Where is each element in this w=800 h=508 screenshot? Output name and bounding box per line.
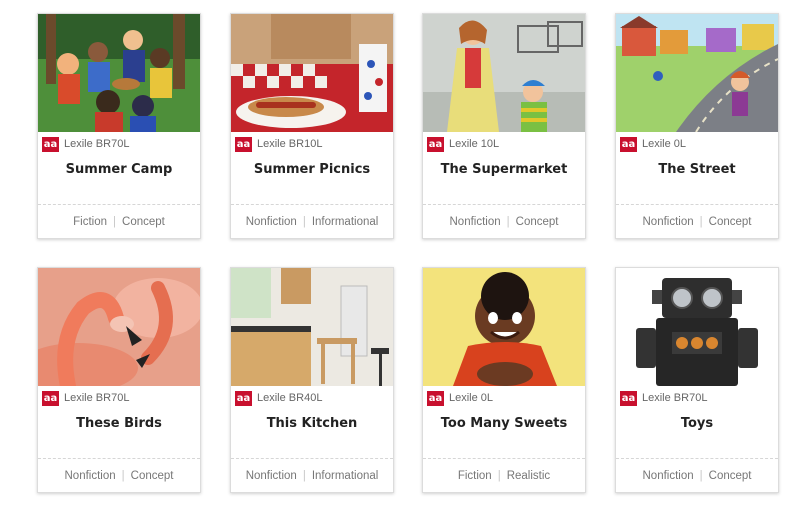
lexile-row: aa Lexile BR70L <box>42 136 129 152</box>
book-card-this-kitchen[interactable]: aa Lexile BR40L This Kitchen Nonfiction … <box>230 267 394 493</box>
type-tag: Informational <box>311 470 379 482</box>
book-tags: Nonfiction | Informational <box>231 204 393 239</box>
book-card-the-street[interactable]: aa Lexile 0L The Street Nonfiction | Con… <box>615 13 779 239</box>
book-card-the-supermarket[interactable]: aa Lexile 10L The Supermarket Nonfiction… <box>422 13 586 239</box>
book-cover-image[interactable] <box>423 14 585 132</box>
genre-tag: Nonfiction <box>245 470 297 482</box>
reading-level-badge: aa <box>620 136 637 152</box>
book-card-toys[interactable]: aa Lexile BR70L Toys Nonfiction | Concep… <box>615 267 779 493</box>
genre-tag: Fiction <box>73 216 108 228</box>
type-tag: Concept <box>122 216 165 228</box>
lexile-level: Lexile 0L <box>449 392 494 404</box>
book-card-summer-camp[interactable]: aa Lexile BR70L Summer Camp Fiction | Co… <box>37 13 201 239</box>
reading-level-badge: aa <box>235 136 252 152</box>
book-cover-image[interactable] <box>38 14 200 132</box>
tag-separator: | <box>121 470 125 482</box>
lexile-row: aa Lexile BR70L <box>42 390 129 406</box>
lexile-row: aa Lexile 0L <box>620 136 686 152</box>
street-illustration <box>616 14 778 132</box>
book-cover-image[interactable] <box>423 268 585 386</box>
genre-tag: Nonfiction <box>642 216 694 228</box>
lexile-level: Lexile BR70L <box>64 138 130 150</box>
tag-separator: | <box>302 470 306 482</box>
lexile-row: aa Lexile BR70L <box>620 390 707 406</box>
reading-level-badge: aa <box>620 390 637 406</box>
book-title[interactable]: Too Many Sweets <box>423 416 585 431</box>
lexile-row: aa Lexile 0L <box>427 390 493 406</box>
book-tags: Nonfiction | Concept <box>616 204 778 239</box>
book-title[interactable]: This Kitchen <box>231 416 393 431</box>
book-tags: Nonfiction | Concept <box>616 458 778 493</box>
genre-tag: Nonfiction <box>245 216 297 228</box>
book-card-too-many-sweets[interactable]: aa Lexile 0L Too Many Sweets Fiction | R… <box>422 267 586 493</box>
lexile-level: Lexile 10L <box>449 138 500 150</box>
book-title[interactable]: Summer Camp <box>38 162 200 177</box>
genre-tag: Nonfiction <box>642 470 694 482</box>
book-tags: Fiction | Concept <box>38 204 200 239</box>
book-tags: Nonfiction | Informational <box>231 458 393 493</box>
lexile-row: aa Lexile 10L <box>427 136 499 152</box>
book-cover-image[interactable] <box>38 268 200 386</box>
book-cover-image[interactable] <box>231 268 393 386</box>
reading-level-badge: aa <box>427 390 444 406</box>
lexile-level: Lexile BR70L <box>64 392 130 404</box>
type-tag: Concept <box>515 216 559 228</box>
book-card-summer-picnics[interactable]: aa Lexile BR10L Summer Picnics Nonfictio… <box>230 13 394 239</box>
campfire-illustration <box>38 14 200 132</box>
book-title[interactable]: The Street <box>616 162 778 177</box>
tag-separator: | <box>506 216 510 228</box>
book-tags: Nonfiction | Concept <box>38 458 200 493</box>
book-tags: Nonfiction | Concept <box>423 204 585 239</box>
book-title[interactable]: Toys <box>616 416 778 431</box>
book-title[interactable]: The Supermarket <box>423 162 585 177</box>
tag-separator: | <box>699 216 703 228</box>
tag-separator: | <box>497 470 501 482</box>
lexile-level: Lexile BR10L <box>257 138 323 150</box>
kitchen-photo <box>231 268 393 386</box>
genre-tag: Fiction <box>457 470 492 482</box>
book-grid: aa Lexile BR70L Summer Camp Fiction | Co… <box>0 0 800 508</box>
type-tag: Concept <box>130 470 174 482</box>
reading-level-badge: aa <box>427 136 444 152</box>
reading-level-badge: aa <box>42 390 59 406</box>
boy-with-sweets-illustration <box>423 268 585 386</box>
book-cover-image[interactable] <box>616 14 778 132</box>
book-title[interactable]: These Birds <box>38 416 200 431</box>
type-tag: Realistic <box>506 470 551 482</box>
lexile-level: Lexile BR70L <box>642 392 708 404</box>
tag-separator: | <box>113 216 117 228</box>
book-tags: Fiction | Realistic <box>423 458 585 493</box>
type-tag: Informational <box>311 216 379 228</box>
book-title[interactable]: Summer Picnics <box>231 162 393 177</box>
lexile-row: aa Lexile BR40L <box>235 390 322 406</box>
picnic-photo <box>231 14 393 132</box>
flamingo-photo <box>38 268 200 386</box>
type-tag: Concept <box>708 216 752 228</box>
genre-tag: Nonfiction <box>64 470 116 482</box>
book-cover-image[interactable] <box>231 14 393 132</box>
book-cover-image[interactable] <box>616 268 778 386</box>
tag-separator: | <box>302 216 306 228</box>
reading-level-badge: aa <box>42 136 59 152</box>
toy-robot-photo <box>616 268 778 386</box>
lexile-level: Lexile 0L <box>642 138 687 150</box>
tag-separator: | <box>699 470 703 482</box>
book-card-these-birds[interactable]: aa Lexile BR70L These Birds Nonfiction |… <box>37 267 201 493</box>
type-tag: Concept <box>708 470 752 482</box>
reading-level-badge: aa <box>235 390 252 406</box>
lexile-level: Lexile BR40L <box>257 392 323 404</box>
lexile-row: aa Lexile BR10L <box>235 136 322 152</box>
supermarket-illustration <box>423 14 585 132</box>
genre-tag: Nonfiction <box>449 216 501 228</box>
